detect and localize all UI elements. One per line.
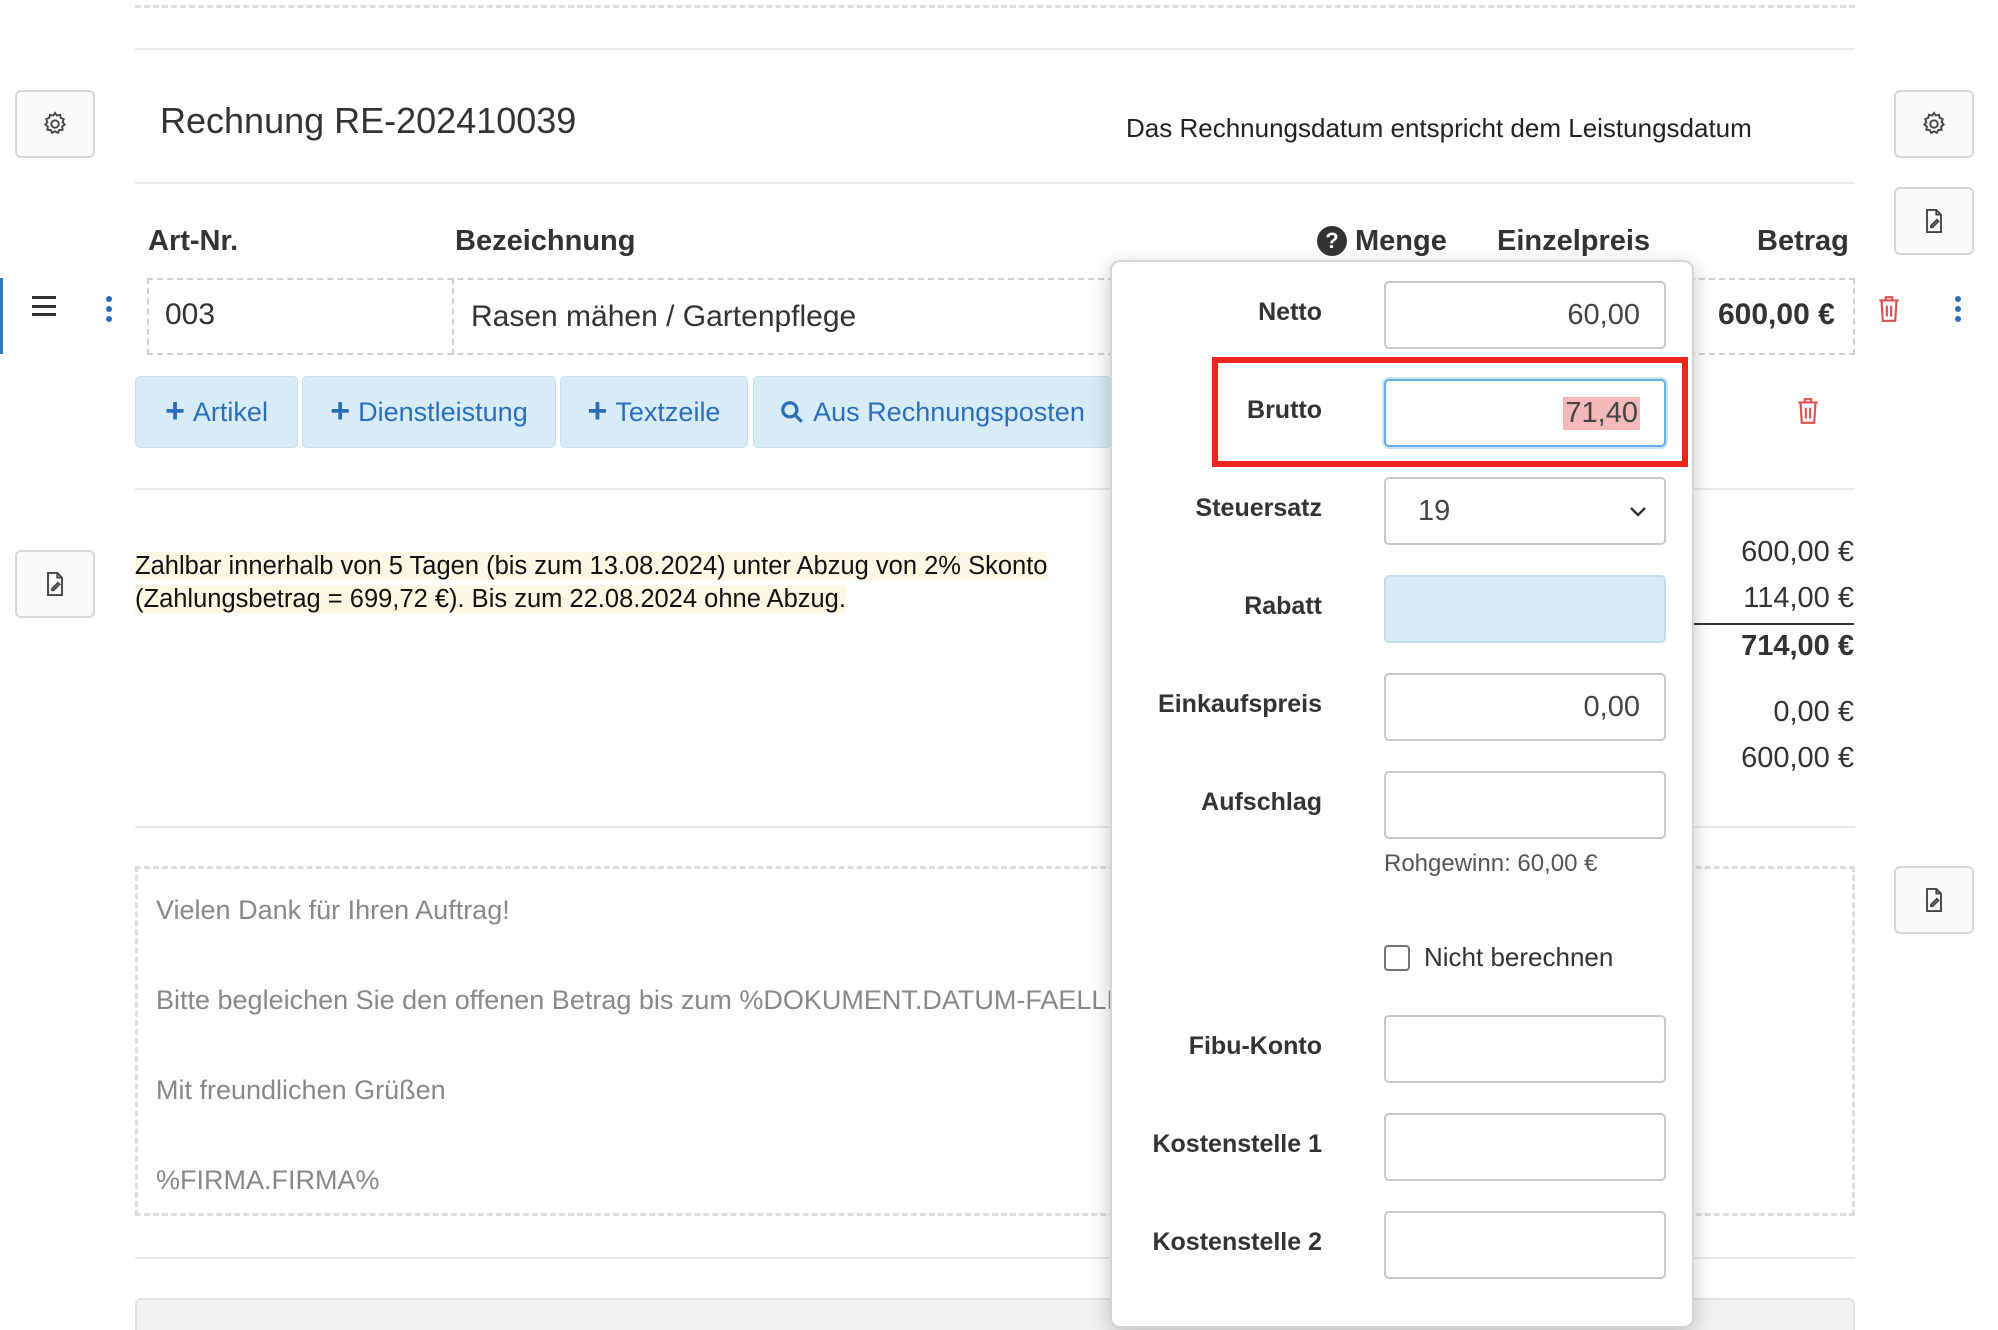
- row-drag-handle-bar: [0, 278, 3, 354]
- trash-icon[interactable]: [1795, 396, 1821, 426]
- add-article-label: Artikel: [192, 396, 268, 427]
- document-title: Rechnung RE-202410039: [160, 100, 577, 141]
- chevron-down-icon: [1630, 507, 1646, 517]
- einkaufspreis-input[interactable]: 0,00: [1384, 673, 1666, 741]
- vertical-dots-icon[interactable]: [104, 296, 114, 322]
- nicht-berechnen-checkbox[interactable]: [1384, 944, 1410, 971]
- header-menge: Menge: [1355, 225, 1447, 257]
- hamburger-icon[interactable]: [32, 296, 56, 316]
- row-betrag: 600,00 €: [1718, 298, 1835, 331]
- kostenstelle1-label: Kostenstelle 1: [1152, 1130, 1322, 1158]
- from-invoice-items-label: Aus Rechnungsposten: [813, 396, 1085, 427]
- netto-value: 60,00: [1567, 298, 1640, 331]
- gear-icon: [43, 111, 67, 135]
- header-art-nr: Art-Nr.: [148, 225, 239, 257]
- top-section-border: [135, 0, 1855, 8]
- kostenstelle2-input[interactable]: [1384, 1211, 1666, 1279]
- kostenstelle2-label: Kostenstelle 2: [1152, 1228, 1322, 1256]
- rabatt-input[interactable]: [1384, 575, 1666, 643]
- rohgewinn-text: Rohgewinn: 60,00 €: [1384, 850, 1598, 877]
- payment-terms-line1: Zahlbar innerhalb von 5 Tagen (bis zum 1…: [135, 552, 1048, 580]
- trash-icon[interactable]: [1876, 294, 1902, 324]
- netto-input[interactable]: 60,00: [1384, 281, 1666, 349]
- from-invoice-items-button[interactable]: Aus Rechnungsposten: [753, 376, 1111, 448]
- nicht-berechnen-label: Nicht berechnen: [1424, 942, 1614, 972]
- steuersatz-label: Steuersatz: [1195, 494, 1322, 522]
- row-bezeichnung[interactable]: Rasen mähen / Gartenpflege: [471, 300, 856, 334]
- aufschlag-label: Aufschlag: [1201, 788, 1322, 816]
- edit-payment-terms-button[interactable]: [15, 550, 95, 618]
- payment-terms-text: Zahlbar innerhalb von 5 Tagen (bis zum 1…: [135, 550, 1085, 616]
- add-textline-label: Textzeile: [615, 396, 721, 427]
- fibu-konto-label: Fibu-Konto: [1188, 1032, 1322, 1060]
- edit-footer-button[interactable]: [1894, 866, 1974, 934]
- einkaufspreis-value: 0,00: [1583, 690, 1640, 723]
- totals-divider: [1694, 623, 1854, 625]
- steuersatz-select[interactable]: 19: [1384, 477, 1666, 545]
- steuersatz-value: 19: [1418, 494, 1451, 527]
- plus-icon: +: [330, 391, 351, 430]
- nicht-berechnen-option[interactable]: Nicht berechnen: [1384, 942, 1613, 973]
- divider: [135, 182, 1855, 184]
- aufschlag-input[interactable]: [1384, 771, 1666, 839]
- einkaufspreis-label: Einkaufspreis: [1158, 690, 1322, 718]
- add-article-button[interactable]: + Artikel: [135, 376, 298, 448]
- question-circle-icon[interactable]: ?: [1317, 226, 1347, 256]
- kostenstelle1-input[interactable]: [1384, 1113, 1666, 1181]
- add-textline-button[interactable]: + Textzeile: [560, 376, 748, 448]
- rabatt-label: Rabatt: [1244, 592, 1322, 620]
- gear-icon: [1922, 111, 1946, 135]
- header-einzelpreis: Einzelpreis: [1497, 225, 1651, 257]
- fibu-konto-input[interactable]: [1384, 1015, 1666, 1083]
- settings-button-right[interactable]: [1894, 90, 1974, 158]
- brutto-highlight-frame: [1212, 357, 1688, 467]
- cell-divider: [452, 278, 454, 355]
- search-icon: [781, 401, 804, 423]
- add-service-label: Dienstleistung: [358, 396, 528, 427]
- plus-icon: +: [587, 391, 608, 430]
- divider: [135, 48, 1855, 50]
- edit-positions-button[interactable]: [1894, 187, 1974, 255]
- invoice-date-note: Das Rechnungsdatum entspricht dem Leistu…: [1126, 113, 1752, 143]
- header-betrag: Betrag: [1757, 225, 1849, 257]
- file-edit-icon: [1926, 208, 1942, 234]
- plus-icon: +: [165, 391, 185, 430]
- row-art-nr[interactable]: 003: [165, 298, 215, 332]
- settings-button-left[interactable]: [15, 90, 95, 158]
- file-edit-icon: [1926, 887, 1942, 913]
- vertical-dots-icon[interactable]: [1953, 296, 1963, 322]
- file-edit-icon: [47, 571, 63, 597]
- payment-terms-line2: (Zahlungsbetrag = 699,72 €). Bis zum 22.…: [135, 585, 846, 613]
- add-service-button[interactable]: + Dienstleistung: [302, 376, 556, 448]
- netto-label: Netto: [1258, 298, 1322, 326]
- header-bezeichnung: Bezeichnung: [455, 225, 636, 257]
